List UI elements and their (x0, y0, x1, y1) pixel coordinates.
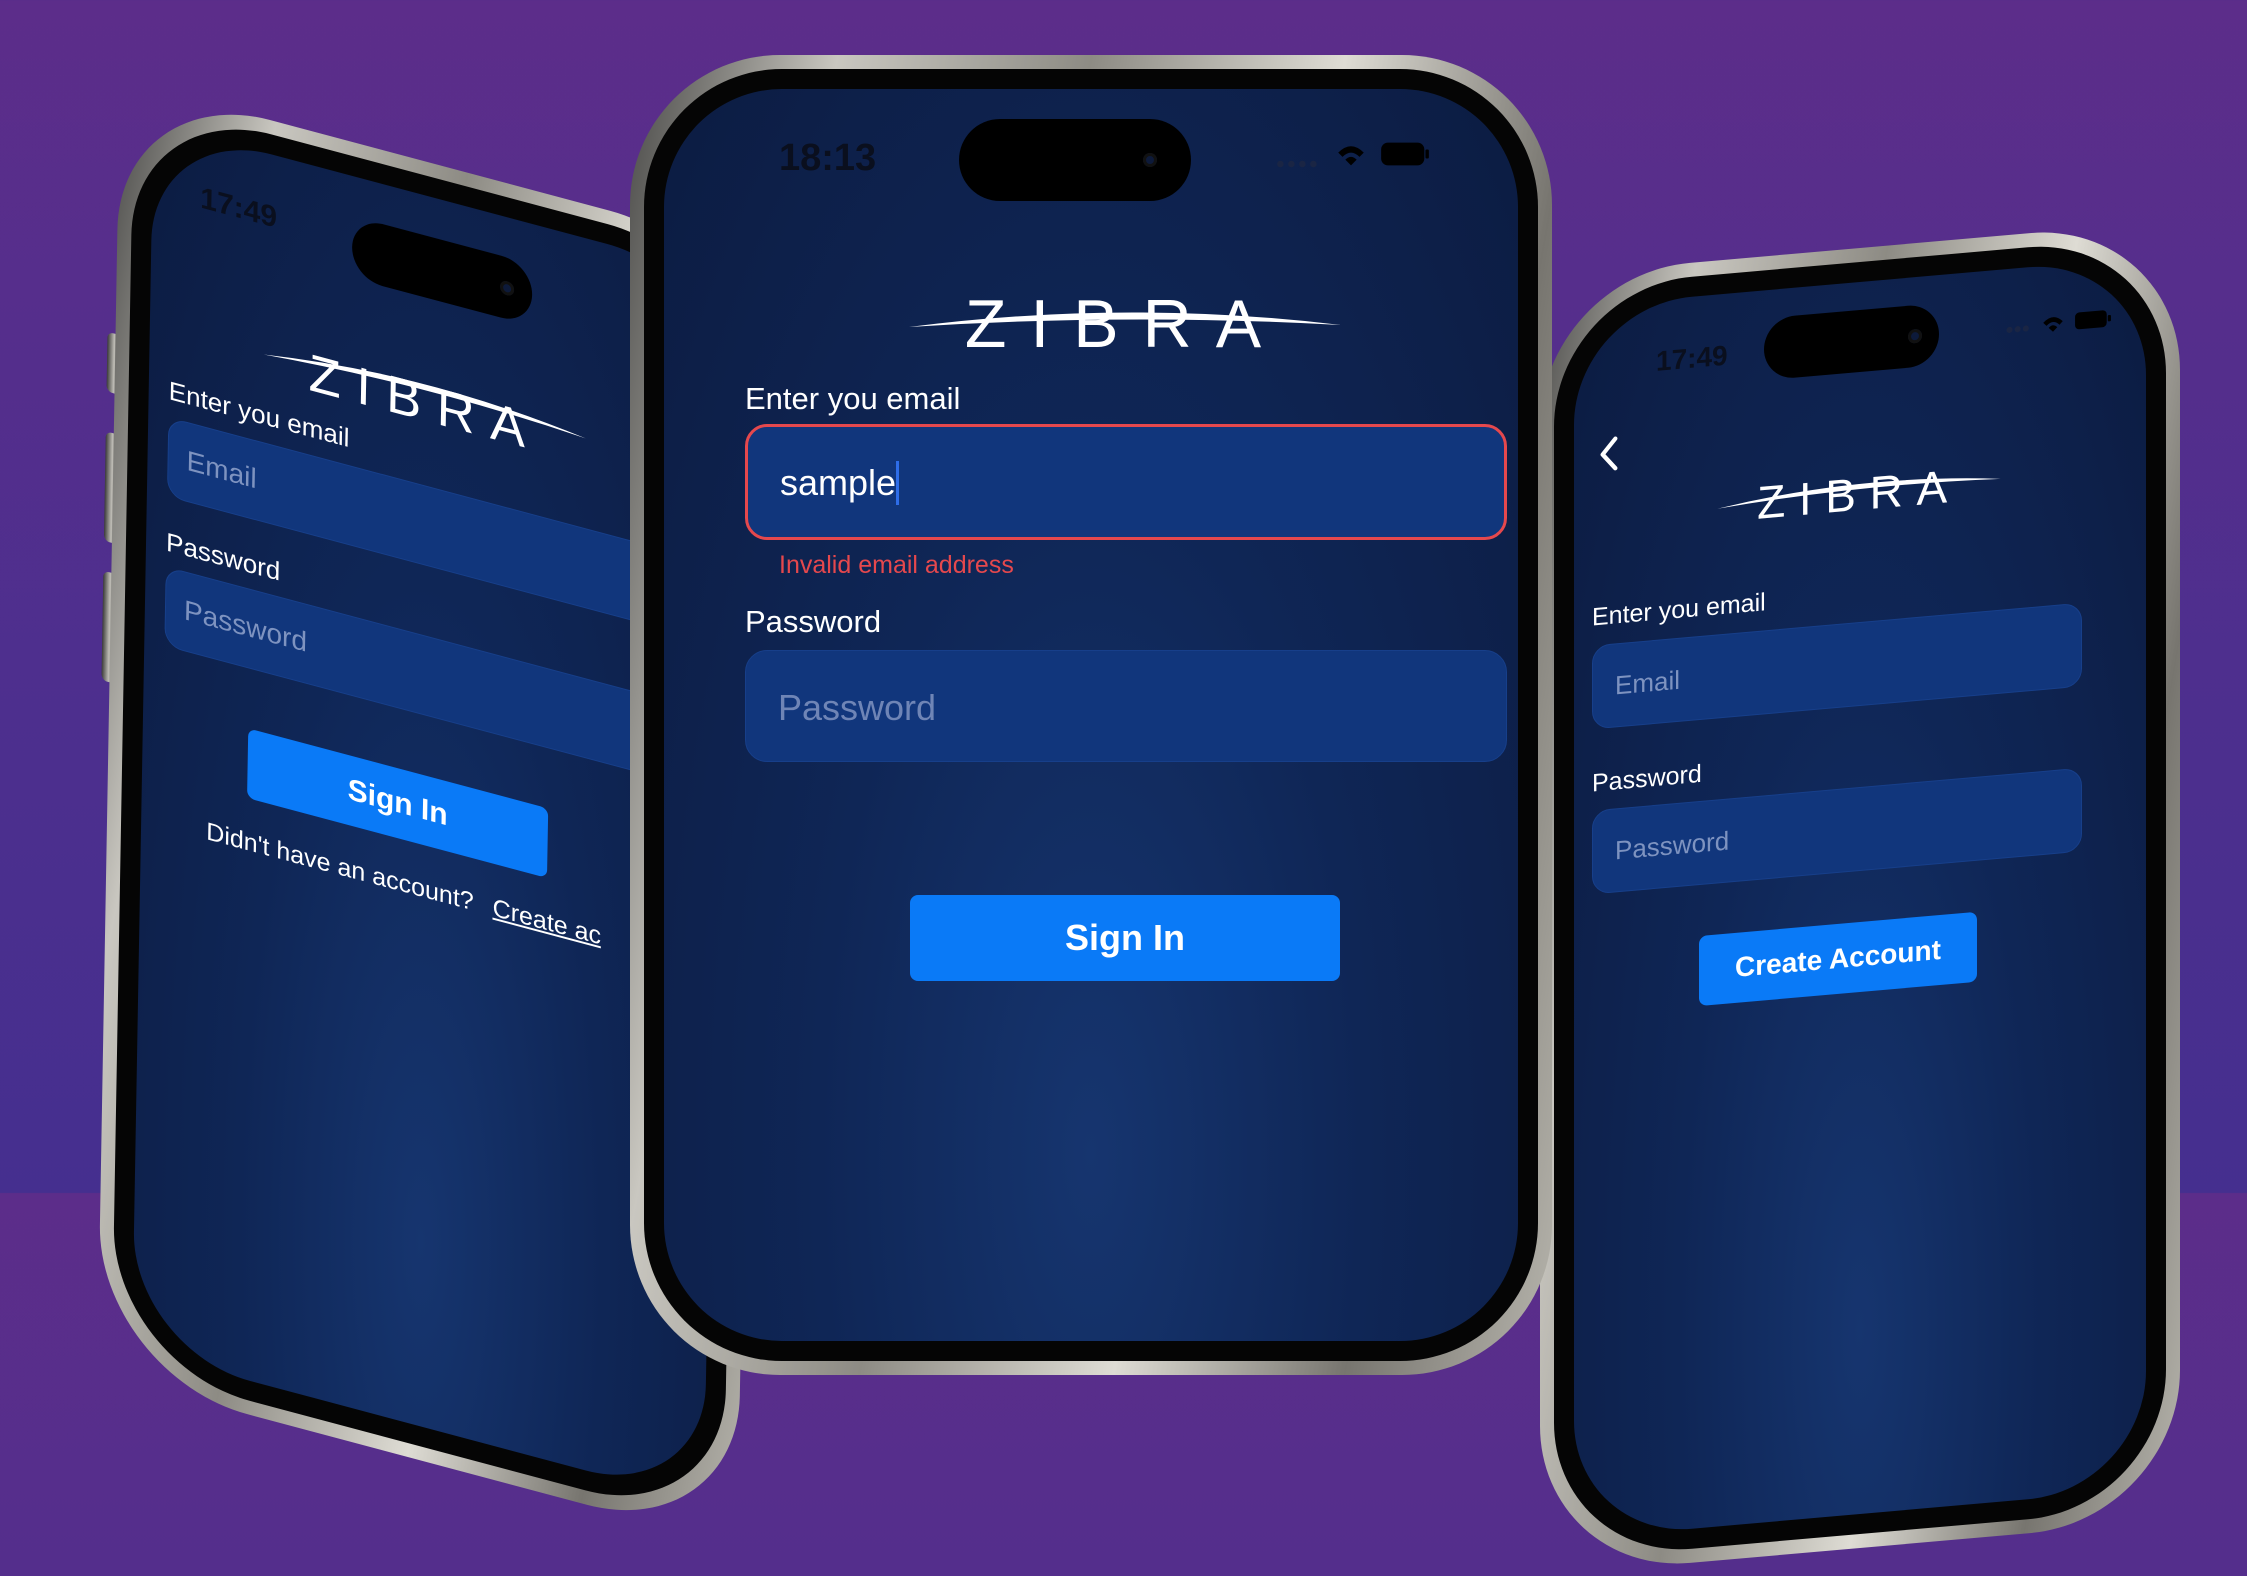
signal-icon (2006, 325, 2029, 333)
email-placeholder: Email (186, 444, 257, 495)
password-label: Password (745, 604, 882, 639)
front-camera (499, 279, 515, 298)
center-phone-screen: 18:13 ZIBRA Enter you email sample Inval… (664, 89, 1518, 1341)
status-time: 18:13 (779, 137, 877, 179)
email-field[interactable]: sample (745, 424, 1507, 540)
email-error: Invalid email address (779, 551, 1014, 579)
dynamic-island (351, 216, 533, 326)
status-time: 17:49 (200, 181, 278, 235)
front-camera (1143, 153, 1157, 167)
brand-logo: ZIBRA (909, 286, 1341, 359)
sign-in-button[interactable]: Sign In (910, 895, 1340, 981)
email-value: sample (780, 462, 897, 503)
wifi-icon (1338, 146, 1364, 166)
email-label: Enter you email (745, 381, 961, 416)
brand-logo-text: ZIBRA (965, 286, 1285, 359)
email-label: Enter you email (1592, 588, 1766, 632)
password-field[interactable]: Password (745, 650, 1507, 762)
signal-icon (1277, 160, 1317, 168)
battery-icon (1381, 142, 1429, 166)
password-placeholder: Password (1615, 825, 1730, 866)
dynamic-island (959, 119, 1191, 201)
password-placeholder: Password (183, 594, 308, 658)
brand-logo-text: ZIBRA (1757, 459, 1961, 529)
brand-logo: ZIBRA (1717, 459, 2001, 529)
right-phone: 17:49 ZIBRA Enter you email Email Passwo… (1540, 220, 2180, 1576)
password-label: Password (1592, 759, 1702, 798)
right-phone-screen: 17:49 ZIBRA Enter you email Email Passwo… (1574, 256, 2146, 1540)
back-chevron-icon[interactable] (1598, 435, 1620, 473)
dynamic-island (1764, 303, 1939, 381)
battery-icon (2075, 310, 2111, 330)
text-cursor (896, 461, 899, 505)
wifi-icon (2043, 317, 2063, 332)
center-phone: 18:13 ZIBRA Enter you email sample Inval… (630, 55, 1552, 1375)
front-camera (1908, 328, 1922, 344)
email-placeholder: Email (1615, 664, 1681, 701)
password-placeholder: Password (778, 687, 937, 728)
create-account-button[interactable]: Create Account (1699, 911, 1977, 1007)
status-time: 17:49 (1656, 339, 1728, 377)
create-account-link[interactable]: Create ac (492, 894, 601, 951)
